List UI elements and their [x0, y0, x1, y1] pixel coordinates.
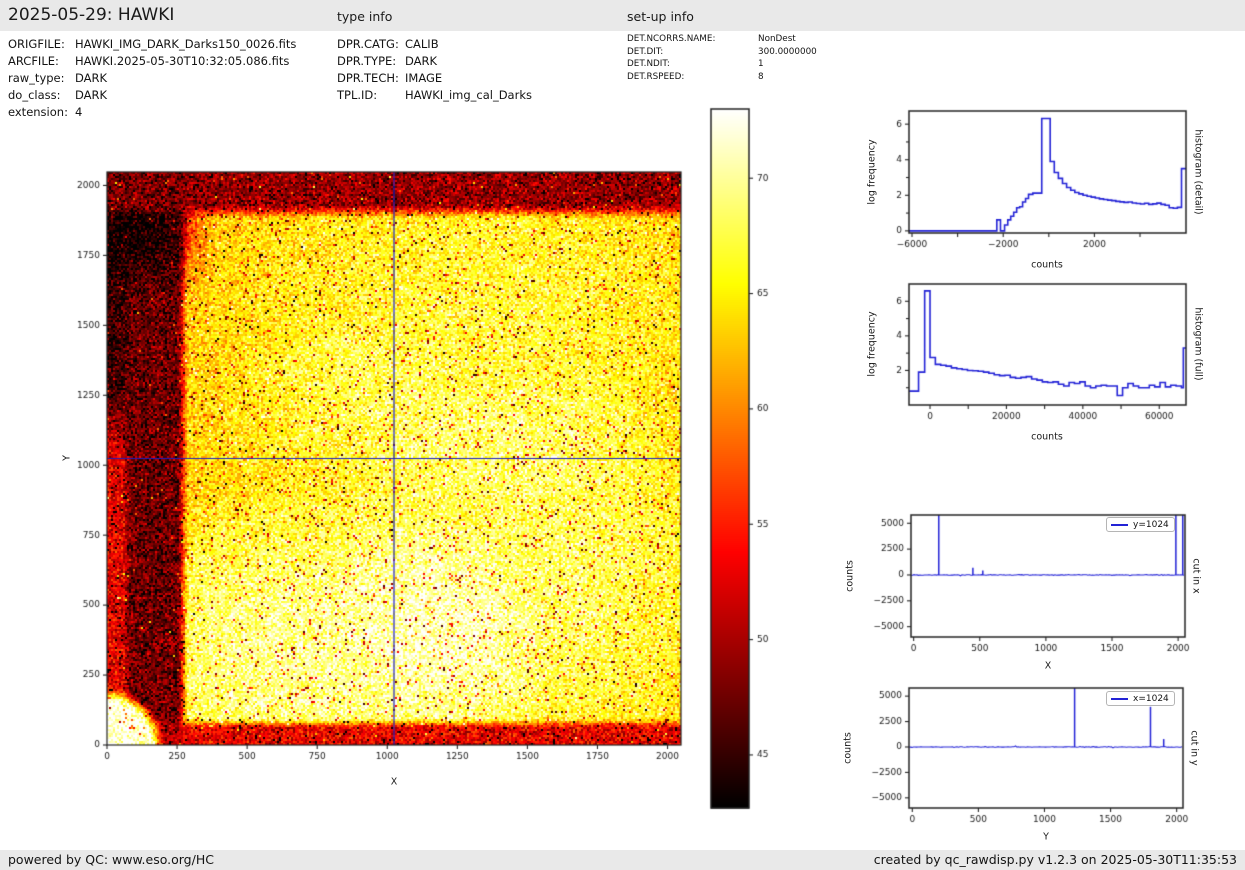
info-row-arcfile: ARCFILE: HAWKI.2025-05-30T10:32:05.086.f…: [8, 53, 296, 70]
info-label: extension:: [8, 104, 75, 121]
info-value: HAWKI_IMG_DARK_Darks150_0026.fits: [75, 36, 296, 53]
info-row-extension: extension: 4: [8, 104, 296, 121]
info-value: HAWKI_img_cal_Darks: [405, 87, 532, 104]
info-value: 1: [758, 58, 764, 71]
info-value: DARK: [75, 87, 107, 104]
info-value: HAWKI.2025-05-30T10:32:05.086.fits: [75, 53, 289, 70]
file-info-block: ORIGFILE: HAWKI_IMG_DARK_Darks150_0026.f…: [8, 36, 296, 121]
info-row-rspeed: DET.RSPEED: 8: [627, 71, 817, 84]
cut-in-y-title: cut in y: [1189, 730, 1200, 765]
type-info-heading: type info: [337, 9, 392, 24]
info-value: IMAGE: [405, 70, 442, 87]
info-label: TPL.ID:: [337, 87, 405, 104]
info-row-dit: DET.DIT: 300.0000000: [627, 46, 817, 59]
info-row-ncorrs: DET.NCORRS.NAME: NonDest: [627, 33, 817, 46]
info-value: 300.0000000: [758, 46, 817, 59]
legend-line-sample: [1111, 524, 1128, 526]
info-value: NonDest: [758, 33, 796, 46]
footer-right-text: created by qc_rawdisp.py v1.2.3 on 2025-…: [874, 852, 1237, 867]
legend-label: y=1024: [1133, 520, 1169, 530]
histogram-full-xlabel: counts: [1031, 432, 1063, 443]
info-label: ORIGFILE:: [8, 36, 75, 53]
info-label: DET.NDIT:: [627, 58, 758, 71]
info-label: DPR.TECH:: [337, 70, 405, 87]
info-label: DET.RSPEED:: [627, 71, 758, 84]
main-image-xlabel: X: [391, 777, 398, 788]
main-image-ylabel: Y: [62, 455, 73, 461]
info-row-doclass: do_class: DARK: [8, 87, 296, 104]
cut-in-y-ylabel: counts: [843, 732, 854, 764]
cut-in-y-legend: x=1024: [1106, 691, 1175, 706]
info-label: do_class:: [8, 87, 75, 104]
info-row-tplid: TPL.ID: HAWKI_img_cal_Darks: [337, 87, 532, 104]
setup-info-heading: set-up info: [627, 9, 694, 24]
info-label: DET.NCORRS.NAME:: [627, 33, 758, 46]
info-label: raw_type:: [8, 70, 75, 87]
info-value: 8: [758, 71, 764, 84]
info-row-dprtech: DPR.TECH: IMAGE: [337, 70, 532, 87]
info-value: DARK: [75, 70, 107, 87]
info-label: DET.DIT:: [627, 46, 758, 59]
info-row-dprtype: DPR.TYPE: DARK: [337, 53, 532, 70]
header-bar: [0, 0, 1245, 31]
histogram-detail-xlabel: counts: [1031, 260, 1063, 271]
info-value: DARK: [405, 53, 437, 70]
info-row-ndit: DET.NDIT: 1: [627, 58, 817, 71]
setup-info-block: DET.NCORRS.NAME: NonDest DET.DIT: 300.00…: [627, 33, 817, 83]
footer-left-text: powered by QC: www.eso.org/HC: [8, 852, 214, 867]
page-title: 2025-05-29: HAWKI: [8, 5, 174, 25]
type-info-block: DPR.CATG: CALIB DPR.TYPE: DARK DPR.TECH:…: [337, 36, 532, 104]
info-label: ARCFILE:: [8, 53, 75, 70]
info-row-dprcatg: DPR.CATG: CALIB: [337, 36, 532, 53]
histogram-detail-ylabel: log frequency: [867, 139, 878, 204]
info-value: CALIB: [405, 36, 439, 53]
legend-label: x=1024: [1133, 694, 1169, 704]
legend-line-sample: [1111, 698, 1128, 700]
histogram-detail-title: histogram (detail): [1193, 129, 1204, 214]
cut-in-y-xlabel: Y: [1043, 832, 1049, 843]
histogram-full-title: histogram (full): [1193, 307, 1204, 380]
info-label: DPR.CATG:: [337, 36, 405, 53]
qc-report-page: 2025-05-29: HAWKI type info set-up info …: [0, 0, 1245, 870]
histogram-full-ylabel: log frequency: [867, 311, 878, 376]
info-label: DPR.TYPE:: [337, 53, 405, 70]
cut-in-x-legend: y=1024: [1106, 517, 1175, 532]
cut-in-x-ylabel: counts: [845, 560, 856, 592]
info-row-rawtype: raw_type: DARK: [8, 70, 296, 87]
info-value: 4: [75, 104, 82, 121]
cut-in-x-title: cut in x: [1191, 558, 1202, 593]
info-row-origfile: ORIGFILE: HAWKI_IMG_DARK_Darks150_0026.f…: [8, 36, 296, 53]
cut-in-x-xlabel: X: [1045, 661, 1052, 672]
